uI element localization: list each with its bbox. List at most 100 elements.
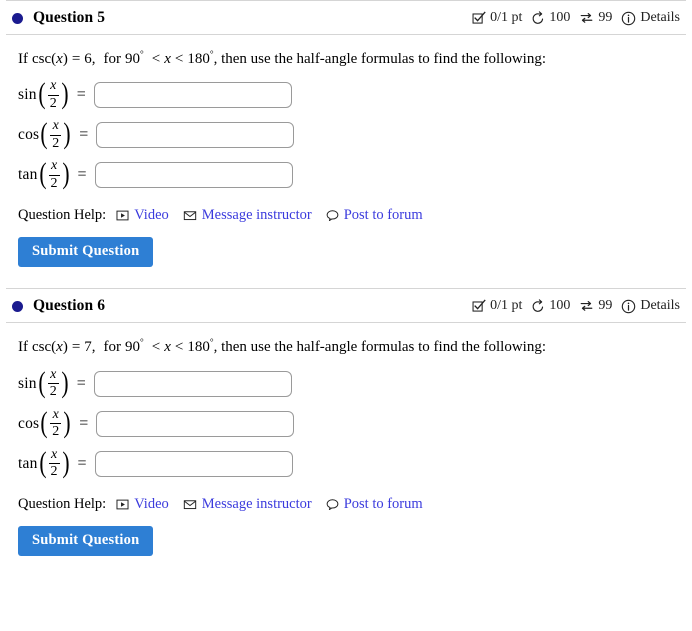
question-body-q6: If csc(x) = 7, for 90° < x <180°, then use the h… [0, 323, 692, 556]
help-link-post-to-forum[interactable]: Post to forum [326, 496, 423, 513]
fraction-numerator: x [50, 446, 58, 462]
question-status-dot-icon [12, 300, 23, 312]
video-play-icon [116, 209, 129, 222]
equals-sign-cos: = [79, 414, 89, 432]
question-meta-q6: 0/1 pt 100 99 Details [472, 299, 680, 314]
expression-tan-half-x: tan(x 2) [18, 445, 70, 480]
answer-row-sin-q6: sin(x 2) = [14, 364, 680, 404]
help-link-label: Message instructor [201, 495, 312, 512]
prompt-rel-variable: x [164, 339, 171, 356]
answer-input-tan[interactable] [94, 162, 293, 189]
help-link-label: Video [134, 207, 169, 224]
score-meta: 0/1 pt [472, 299, 522, 313]
question-title-group-q5: Question 5 [12, 9, 105, 27]
versions-meta: 99 [579, 11, 612, 25]
question-prompt: If csc(x) = 6, for 90° < x <180°, then use the h… [18, 50, 547, 67]
answer-row-cos-q6: cos(x 2) = [14, 404, 680, 444]
checkbox-check-icon [472, 299, 486, 313]
prompt-for: for [103, 339, 122, 356]
question-help-label: Question Help: [18, 495, 107, 512]
submit-question-button[interactable]: Submit Question [18, 237, 154, 268]
prompt-function: csc [32, 339, 52, 356]
equals-sign-sin: = [76, 86, 86, 104]
expression-function: sin [18, 374, 37, 392]
answer-input-tan[interactable] [94, 450, 293, 477]
fraction-x-over-2: x2 [48, 446, 61, 480]
fraction-denominator: 2 [52, 135, 60, 151]
info-circle-icon [621, 299, 636, 314]
fraction-numerator: x [50, 78, 57, 94]
envelope-icon [183, 498, 197, 511]
help-link-message-instructor[interactable]: Message instructor [183, 207, 312, 224]
help-link-post-to-forum[interactable]: Post to forum [326, 207, 423, 224]
question-body-q5: If csc(x) = 6, for 90° < x <180°, then use the h… [0, 35, 692, 268]
answer-input-cos[interactable] [96, 410, 295, 437]
question-block-6: Question 6 0/1 pt 100 99 Details If csc(… [0, 288, 692, 581]
fraction-numerator: x [50, 366, 57, 382]
prompt-tail: , then use the half-angle formulas to fi… [213, 51, 547, 67]
prompt-lower: 90 [125, 51, 141, 67]
help-link-label: Post to forum [343, 495, 423, 512]
fraction-denominator: 2 [50, 464, 58, 479]
prompt-value: 6 [84, 51, 92, 67]
help-link-video[interactable]: Video [116, 496, 169, 513]
equals-sign-sin: = [76, 374, 86, 392]
expression-cos-half-x: cos(x 2) [18, 117, 71, 151]
equals-sign-tan: = [77, 166, 87, 184]
fraction-numerator: x [50, 158, 58, 174]
prompt-value: 7 [84, 339, 92, 356]
details-label: Details [640, 10, 680, 25]
prompt-rel-variable: x [164, 51, 171, 67]
prompt-tail: , then use the half-angle formulas to fi… [213, 339, 547, 356]
score-meta: 0/1 pt [472, 11, 522, 25]
question-title-group-q6: Question 6 [12, 297, 105, 315]
help-link-label: Post to forum [343, 207, 423, 224]
answer-row-tan-q6: tan(x 2) = [14, 444, 680, 484]
score-value: 0/1 pt [490, 10, 523, 25]
details-link[interactable]: Details [621, 299, 680, 314]
prompt-upper: 180 [187, 339, 210, 356]
attempts-value: 100 [549, 10, 571, 25]
undo-circular-arrow-icon [531, 11, 545, 25]
details-link[interactable]: Details [621, 11, 680, 26]
fraction-denominator: 2 [49, 95, 57, 111]
submit-wrap-q5: Submit Question [14, 224, 680, 268]
prompt-lead: If [18, 51, 28, 67]
attempts-meta: 100 [531, 299, 570, 313]
page-tail-spacer [0, 556, 692, 582]
question-title: Question 6 [33, 297, 106, 315]
answer-input-sin[interactable] [93, 82, 292, 109]
expression-sin-half-x: sin(x 2) [18, 365, 69, 400]
fraction-denominator: 2 [50, 175, 58, 191]
fraction-x-over-2: x2 [47, 366, 60, 400]
question-title: Question 5 [33, 9, 106, 26]
fraction-x-over-2: x2 [48, 159, 61, 191]
prompt-equals: = [71, 339, 81, 356]
question-prompt: If csc(x) = 7, for 90° < x <180°, then use the h… [18, 338, 547, 356]
help-link-message-instructor[interactable]: Message instructor [183, 496, 312, 513]
prompt-lower-degree: ° [140, 338, 144, 349]
answer-row-tan-q5: tan(x 2) = [14, 155, 680, 195]
undo-circular-arrow-icon [531, 299, 545, 313]
submit-wrap-q6: Submit Question [14, 513, 680, 556]
exchange-arrows-icon [579, 11, 594, 25]
submit-question-button[interactable]: Submit Question [18, 525, 154, 556]
prompt-rel1: < [151, 339, 161, 356]
score-value: 0/1 pt [490, 298, 523, 314]
expression-sin-half-x: sin(x 2) [18, 77, 69, 111]
versions-value: 99 [598, 10, 613, 25]
details-label: Details [640, 298, 680, 314]
info-circle-icon [621, 11, 636, 26]
answer-input-cos[interactable] [96, 122, 295, 149]
question-help-row-q5: Question Help: Video Message instructor … [14, 195, 680, 224]
expression-function: tan [18, 166, 38, 184]
expression-tan-half-x: tan(x 2) [18, 157, 70, 191]
help-link-video[interactable]: Video [116, 207, 169, 224]
equals-sign-tan: = [77, 454, 87, 472]
question-meta-q5: 0/1 pt 100 99 Details [472, 11, 680, 26]
fraction-denominator: 2 [49, 384, 57, 399]
answer-input-sin[interactable] [93, 370, 292, 397]
assignment-page: Question 5 0/1 pt 100 99 Details If csc(… [0, 0, 692, 582]
expression-function: tan [18, 454, 38, 472]
question-header-q5: Question 5 0/1 pt 100 99 Details [0, 1, 692, 34]
